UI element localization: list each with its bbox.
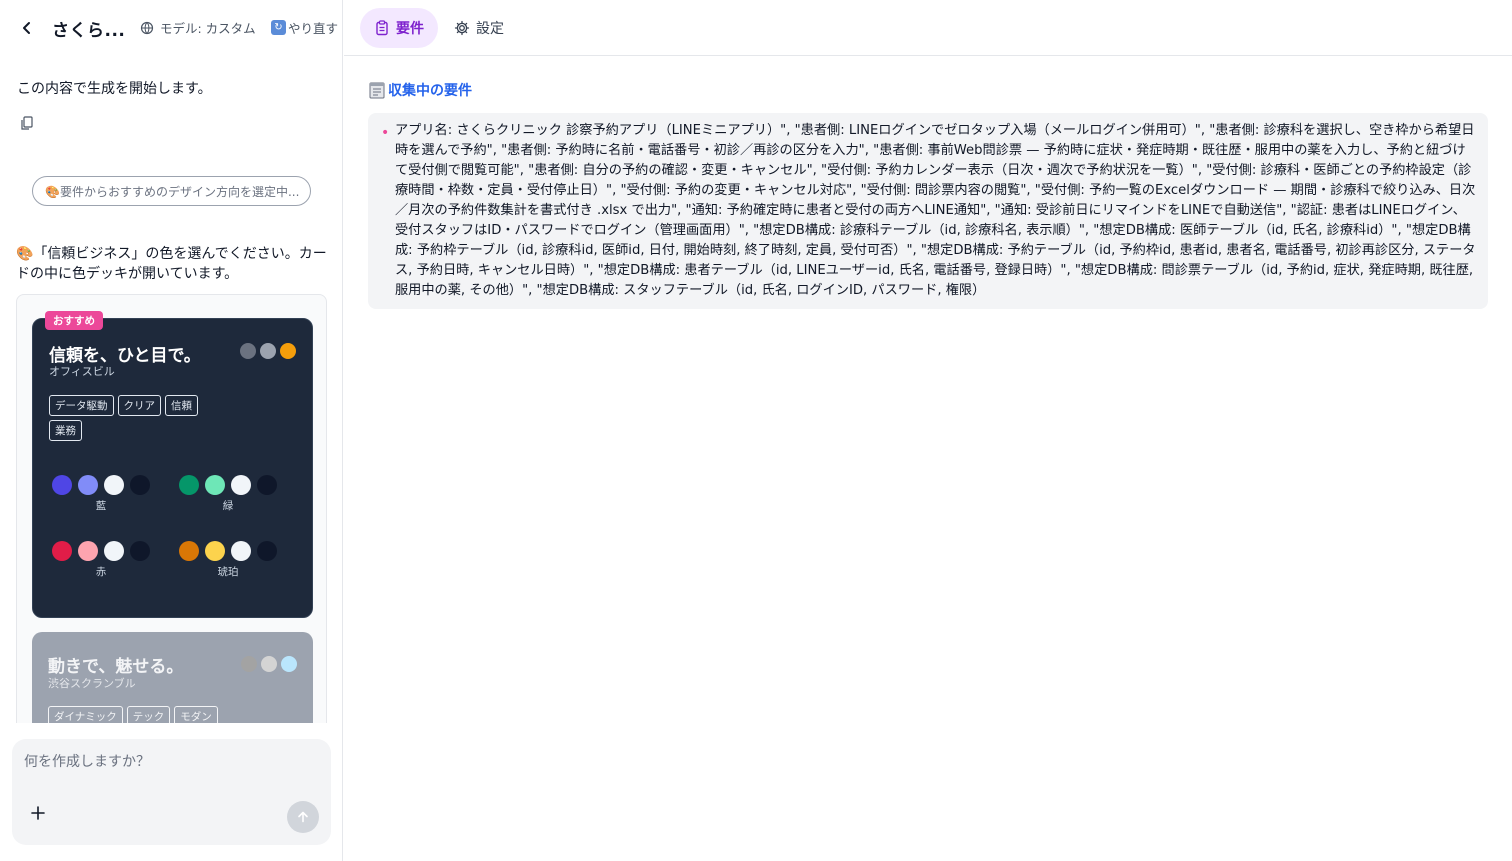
redo-button[interactable]: ↻ やり直す [271,18,338,37]
model-label: モデル: カスタム [160,21,256,36]
globe-icon [140,21,154,34]
chat-panel: さくら... モデル: カスタム ↻ やり直す この内容で生成を開始します。 🎨… [0,0,343,861]
card-subtitle: オフィスビル [49,365,115,378]
tab-label: 要件 [396,21,424,37]
color-dot [240,343,256,359]
palette-label: 琥珀 [217,566,239,578]
plus-icon [31,806,45,820]
tag: ダイナミック [48,706,123,723]
assistant-message: この内容で生成を開始します。 [17,81,212,97]
color-dot [260,343,276,359]
notepad-icon [369,82,385,99]
palette-red[interactable]: 赤 [49,541,153,579]
card-subtitle: 渋谷スクランブル [48,677,136,690]
swatch [52,541,72,561]
design-direction-status: 🎨要件からおすすめのデザイン方向を選定中... [32,176,311,206]
palette-label: 緑 [222,500,234,512]
gear-icon [454,20,470,36]
swatch [179,475,199,495]
card-title: 動きで、魅せる。 [48,657,184,677]
tag: 信頼 [165,395,198,416]
palette-label: 赤 [95,566,107,578]
design-card-trust[interactable]: おすすめ 信頼を、ひと目で。 オフィスビル データ駆動 クリア 信頼 業務 藍 … [32,311,313,618]
copy-button[interactable] [19,115,35,131]
swatch [130,541,150,561]
content-tabs-bar: 要件 設定 [344,0,1512,56]
swatch [78,541,98,561]
tag: 業務 [49,420,82,441]
card-color-dots [241,656,297,672]
color-deck: おすすめ 信頼を、ひと目で。 オフィスビル データ駆動 クリア 信頼 業務 藍 … [16,294,327,723]
palette-label: 藍 [95,500,107,512]
tag: テック [126,706,171,723]
tag: クリア [117,395,161,416]
requirement-item: アプリ名: さくらクリニック 診察予約アプリ（LINEミニアプリ）", "患者側… [395,123,1476,298]
color-dot [241,656,257,672]
card-tags: ダイナミック テック モダン [48,706,308,723]
swatch [104,541,124,561]
requirements-heading: 収集中の要件 [368,80,472,100]
tab-settings[interactable]: 設定 [440,8,518,48]
bullet-icon: • [381,125,390,141]
swatch [257,541,277,561]
tab-label: 設定 [476,21,504,37]
swatch [231,541,251,561]
tag: データ駆動 [49,395,114,416]
requirements-list: • アプリ名: さくらクリニック 診察予約アプリ（LINEミニアプリ）", "患… [368,113,1488,309]
add-attachment-button[interactable] [30,805,50,825]
palette-amber[interactable]: 琥珀 [176,541,280,579]
requirements-heading-text: 収集中の要件 [388,83,472,99]
tag: モダン [174,706,218,723]
design-card-dynamic[interactable]: 動きで、魅せる。 渋谷スクランブル ダイナミック テック モダン [32,632,313,723]
back-button[interactable] [16,17,38,39]
chat-messages[interactable]: この内容で生成を開始します。 🎨要件からおすすめのデザイン方向を選定中... 🎨… [0,56,343,723]
swatch [257,475,277,495]
palette-indigo[interactable]: 藍 [49,475,153,513]
swatch [205,475,225,495]
composer [12,739,331,845]
model-selector-button[interactable]: モデル: カスタム [140,18,256,37]
swatch [78,475,98,495]
swatch [130,475,150,495]
app-title: さくら... [52,21,126,41]
color-dot [280,343,296,359]
swatch [179,541,199,561]
prompt-input[interactable] [24,751,314,791]
send-button[interactable] [287,801,319,833]
clipboard-icon [376,20,388,36]
color-dot [261,656,277,672]
recommended-badge: おすすめ [45,311,103,330]
card-color-dots [240,343,296,359]
swatch [52,475,72,495]
swatch [231,475,251,495]
color-dot [281,656,297,672]
redo-label: やり直す [288,21,339,36]
color-choose-prompt: 🎨「信頼ビジネス」の色を選んでください。カードの中に色デッキが開いています。 [16,246,327,282]
card-tags: データ駆動 クリア 信頼 業務 [49,395,229,441]
palette-green[interactable]: 緑 [176,475,280,513]
chat-header: さくら... モデル: カスタム ↻ やり直す [0,0,343,56]
refresh-icon: ↻ [271,20,286,35]
arrow-up-icon [298,811,308,823]
swatch [205,541,225,561]
chevron-left-icon [23,22,30,34]
copy-icon [21,116,33,130]
tab-requirements[interactable]: 要件 [360,8,438,48]
swatch [104,475,124,495]
